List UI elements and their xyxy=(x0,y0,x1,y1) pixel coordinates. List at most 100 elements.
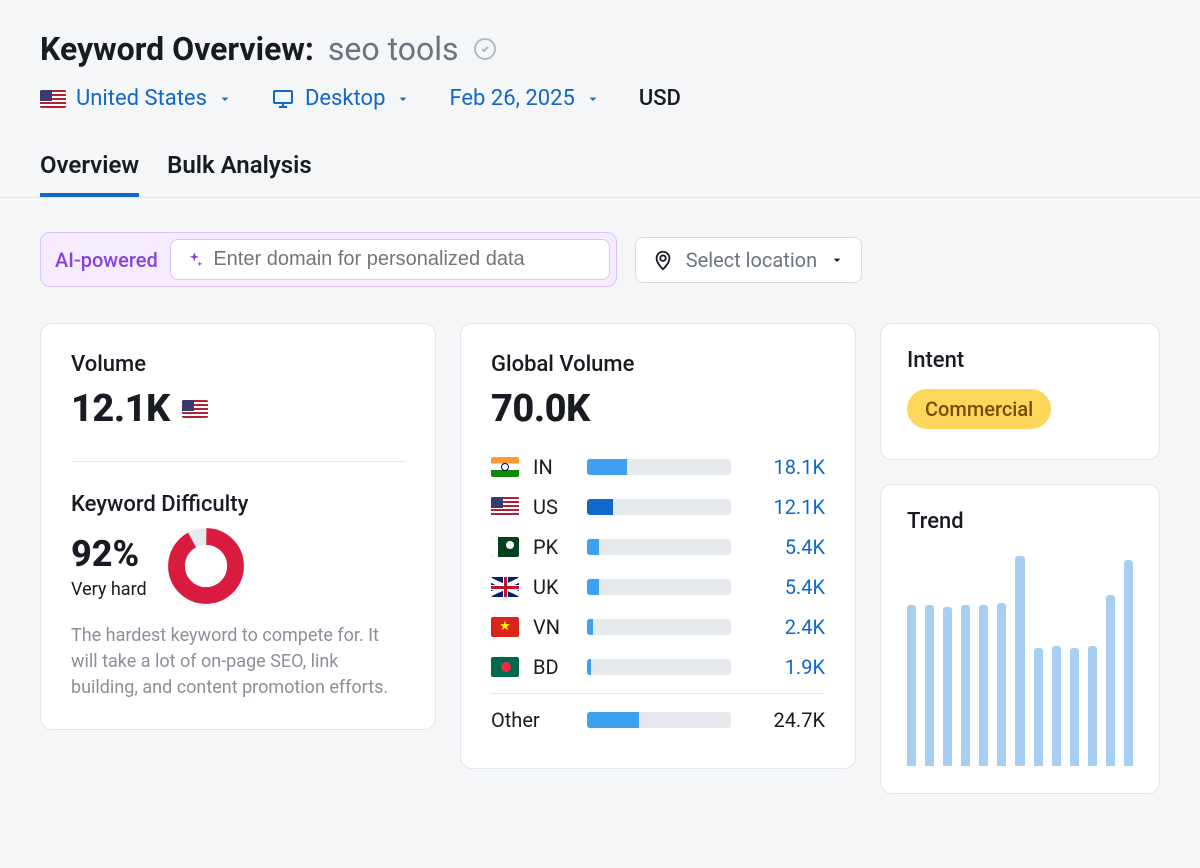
ai-input-wrap: AI-powered xyxy=(40,232,617,287)
sparkle-icon xyxy=(185,250,204,270)
gv-country-code: UK xyxy=(533,575,573,599)
gv-country-code: IN xyxy=(533,455,573,479)
bd-flag-icon xyxy=(491,657,519,677)
country-label: United States xyxy=(76,86,207,111)
page-title-query: seo tools xyxy=(328,30,459,68)
page-title-label: Keyword Overview: xyxy=(40,30,314,68)
us-flag-icon xyxy=(182,400,208,418)
kd-percent: 92% xyxy=(71,533,147,575)
global-volume-other-row: Other 24.7K xyxy=(491,700,825,740)
pk-flag-icon xyxy=(491,537,519,557)
cards-row: Volume 12.1K Keyword Difficulty 92% Very… xyxy=(40,323,1160,794)
in-flag-icon xyxy=(491,457,519,477)
kd-label: Very hard xyxy=(71,579,147,600)
chevron-down-icon xyxy=(395,91,411,107)
chevron-down-icon xyxy=(585,91,601,107)
gv-country-code: US xyxy=(533,495,573,519)
kd-description: The hardest keyword to compete for. It w… xyxy=(71,623,405,701)
trend-title: Trend xyxy=(907,509,1133,534)
date-selector[interactable]: Feb 26, 2025 xyxy=(449,86,600,111)
gv-value: 18.1K xyxy=(745,455,825,479)
date-label: Feb 26, 2025 xyxy=(449,86,574,111)
device-selector[interactable]: Desktop xyxy=(271,86,412,111)
trend-bar xyxy=(1088,646,1097,766)
trend-bar xyxy=(1034,648,1043,766)
gv-bar xyxy=(587,579,731,595)
country-selector[interactable]: United States xyxy=(40,86,233,111)
trend-chart xyxy=(907,556,1133,766)
trend-bar xyxy=(1070,648,1079,766)
trend-bar xyxy=(961,605,970,766)
location-pin-icon xyxy=(652,249,674,271)
global-volume-total: 70.0K xyxy=(491,387,825,431)
tab-bulk-analysis[interactable]: Bulk Analysis xyxy=(167,143,312,197)
global-volume-row[interactable]: IN 18.1K xyxy=(491,447,825,487)
volume-title: Volume xyxy=(71,352,405,377)
volume-value: 12.1K xyxy=(71,387,170,431)
gv-value: 5.4K xyxy=(745,575,825,599)
gv-bar xyxy=(587,499,731,515)
trend-bar xyxy=(943,607,952,766)
global-volume-card: Global Volume 70.0K IN 18.1K US 12.1K PK 5.4K… xyxy=(460,323,856,769)
location-label: Select location xyxy=(686,248,817,272)
kd-donut-chart xyxy=(167,527,245,605)
gv-value: 2.4K xyxy=(745,615,825,639)
intent-title: Intent xyxy=(907,348,1133,373)
right-column: Intent Commercial Trend xyxy=(880,323,1160,794)
gv-other-bar xyxy=(587,712,731,728)
volume-card: Volume 12.1K Keyword Difficulty 92% Very… xyxy=(40,323,436,730)
gv-country-code: BD xyxy=(533,655,573,679)
gv-bar xyxy=(587,619,731,635)
trend-bar xyxy=(1015,556,1024,766)
gv-value: 1.9K xyxy=(745,655,825,679)
global-volume-row[interactable]: US 12.1K xyxy=(491,487,825,527)
tabs-row: Overview Bulk Analysis xyxy=(0,143,1200,198)
global-volume-row[interactable]: PK 5.4K xyxy=(491,527,825,567)
intent-badge[interactable]: Commercial xyxy=(907,389,1051,429)
selectors-row: United States Desktop Feb 26, 2025 USD xyxy=(40,86,1160,111)
domain-input[interactable] xyxy=(213,248,594,271)
trend-bar xyxy=(997,603,1006,766)
check-circle-icon xyxy=(473,37,497,61)
desktop-icon xyxy=(271,87,295,111)
uk-flag-icon xyxy=(491,577,519,597)
vn-flag-icon xyxy=(491,617,519,637)
divider xyxy=(491,693,825,694)
divider xyxy=(71,461,405,462)
chevron-down-icon xyxy=(217,91,233,107)
gv-other-value: 24.7K xyxy=(745,708,825,732)
location-select[interactable]: Select location xyxy=(635,237,862,283)
kd-title: Keyword Difficulty xyxy=(71,492,405,517)
gv-bar xyxy=(587,539,731,555)
gv-country-code: VN xyxy=(533,615,573,639)
filter-row: AI-powered Select location xyxy=(40,232,1160,287)
us-flag-icon xyxy=(491,497,519,517)
gv-value: 5.4K xyxy=(745,535,825,559)
ai-powered-label: AI-powered xyxy=(55,248,158,272)
intent-card: Intent Commercial xyxy=(880,323,1160,460)
global-volume-row[interactable]: BD 1.9K xyxy=(491,647,825,687)
gv-country-code: PK xyxy=(533,535,573,559)
domain-input-wrap[interactable] xyxy=(170,239,610,280)
gv-other-label: Other xyxy=(491,708,573,732)
device-label: Desktop xyxy=(305,86,386,111)
trend-bar xyxy=(1124,560,1133,766)
tab-overview[interactable]: Overview xyxy=(40,143,139,197)
trend-bar xyxy=(925,605,934,766)
trend-bar xyxy=(907,605,916,766)
global-volume-list: IN 18.1K US 12.1K PK 5.4K UK 5.4K VN 2.4K BD 1.9K xyxy=(491,447,825,687)
gv-bar xyxy=(587,459,731,475)
trend-bar xyxy=(1106,595,1115,766)
us-flag-icon xyxy=(40,90,66,108)
chevron-down-icon xyxy=(829,252,845,268)
gv-value: 12.1K xyxy=(745,495,825,519)
trend-bar xyxy=(979,605,988,766)
global-volume-row[interactable]: VN 2.4K xyxy=(491,607,825,647)
currency-label: USD xyxy=(639,86,681,111)
trend-bar xyxy=(1052,646,1061,766)
trend-card: Trend xyxy=(880,484,1160,794)
gv-bar xyxy=(587,659,731,675)
global-volume-row[interactable]: UK 5.4K xyxy=(491,567,825,607)
global-volume-title: Global Volume xyxy=(491,352,825,377)
page-title-row: Keyword Overview: seo tools xyxy=(40,30,1160,68)
